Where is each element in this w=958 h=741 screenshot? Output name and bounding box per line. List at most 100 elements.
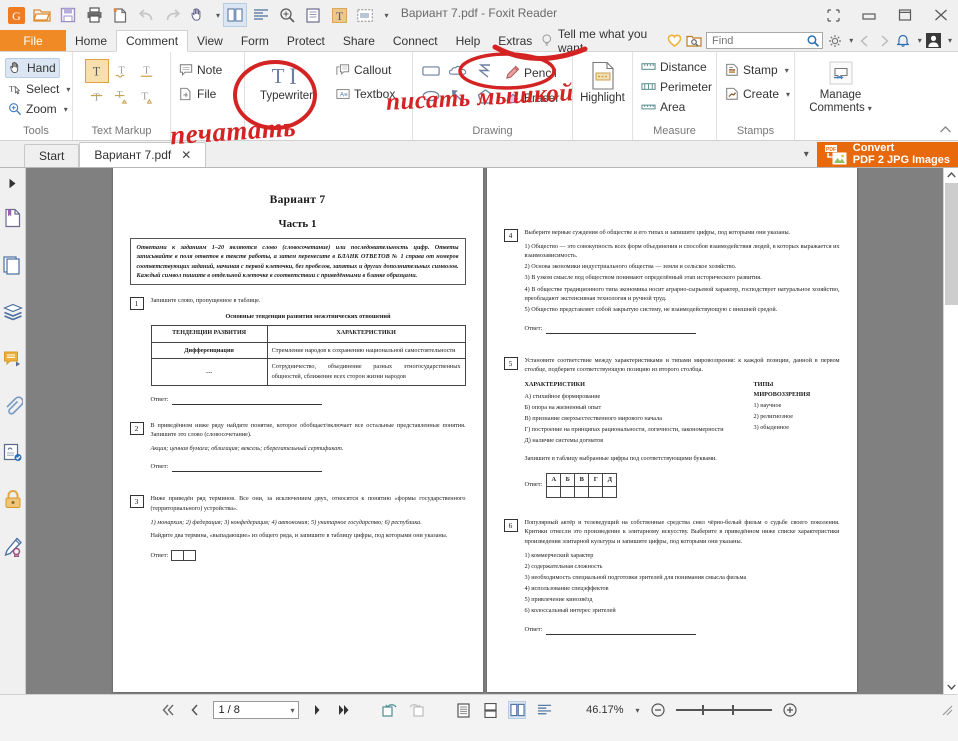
stamp-button[interactable]: Stamp ▾: [722, 61, 792, 79]
task-4-answer-field[interactable]: [546, 326, 697, 334]
page-number-caret-icon[interactable]: ▾: [290, 706, 294, 715]
task-2-answer-field[interactable]: [172, 464, 323, 473]
task-5-answer-grid[interactable]: А Б В Г Д: [546, 472, 618, 498]
cloud-shape-button[interactable]: [445, 59, 471, 83]
bookmarks-icon[interactable]: [0, 194, 26, 241]
attachments-icon[interactable]: [0, 382, 26, 429]
find-next-icon[interactable]: [876, 32, 891, 49]
page-number-box[interactable]: 1 / 8 ▾: [213, 701, 300, 719]
answer-cell[interactable]: [546, 485, 562, 498]
reflow-icon[interactable]: [249, 3, 273, 27]
print-icon[interactable]: [82, 3, 106, 27]
menu-help[interactable]: Help: [447, 30, 490, 51]
vertical-scrollbar[interactable]: [943, 168, 958, 694]
typewriter-icon[interactable]: T: [327, 3, 351, 27]
arrow-shape-button[interactable]: [445, 84, 471, 108]
perimeter-button[interactable]: Perimeter: [638, 78, 715, 96]
page-2[interactable]: 4 Выберите верные суждения об обществе и…: [486, 168, 857, 692]
create-caret-icon[interactable]: ▾: [786, 90, 790, 99]
layers-icon[interactable]: [0, 288, 26, 335]
select-tool-button[interactable]: T Select ▾: [5, 80, 73, 98]
answer-cell[interactable]: [183, 549, 197, 561]
answer-cell[interactable]: [602, 485, 618, 498]
single-page-icon[interactable]: [301, 3, 325, 27]
convert-pdf-to-jpg-button[interactable]: PDF Convert PDF 2 JPG Images: [816, 142, 958, 167]
task-3-answer-cells[interactable]: [171, 549, 197, 561]
continuous-view-icon[interactable]: [481, 701, 499, 719]
zoom-slider-handle[interactable]: [701, 705, 704, 715]
menu-comment[interactable]: Comment: [116, 30, 189, 52]
resize-grip-icon[interactable]: [938, 701, 956, 719]
first-page-icon[interactable]: [159, 701, 177, 719]
note-button[interactable]: Note: [176, 61, 225, 79]
digital-signature-panel-icon[interactable]: [0, 429, 26, 476]
replace-text-button[interactable]: T: [110, 84, 134, 108]
menu-file[interactable]: File: [0, 30, 66, 51]
restore-down-icon[interactable]: [820, 3, 846, 27]
undo-icon[interactable]: [134, 3, 158, 27]
highlight-text-button[interactable]: T: [84, 59, 109, 83]
menu-protect[interactable]: Protect: [278, 30, 334, 51]
find-previous-icon[interactable]: [857, 32, 872, 49]
distance-button[interactable]: Distance: [638, 58, 710, 76]
select-caret-icon[interactable]: ▾: [66, 85, 70, 94]
collapse-ribbon-icon[interactable]: [939, 125, 952, 137]
facing-view-icon[interactable]: [508, 701, 527, 719]
menu-extras[interactable]: Extras: [489, 30, 541, 51]
stamp-caret-icon[interactable]: ▾: [785, 66, 789, 75]
minimize-icon[interactable]: [856, 3, 882, 27]
menu-connect[interactable]: Connect: [384, 30, 447, 51]
account-caret-icon[interactable]: ▾: [948, 36, 952, 45]
menu-view[interactable]: View: [188, 30, 232, 51]
last-page-icon[interactable]: [335, 701, 353, 719]
insert-text-button[interactable]: T: [135, 84, 159, 108]
scroll-down-icon[interactable]: [944, 680, 958, 694]
typewriter-button[interactable]: T I Typewriter: [254, 61, 319, 104]
rotate-left-icon[interactable]: [381, 701, 399, 719]
save-icon[interactable]: [56, 3, 80, 27]
zoom-area-icon[interactable]: [275, 3, 299, 27]
menu-form[interactable]: Form: [232, 30, 278, 51]
polygon-shape-button[interactable]: [472, 84, 498, 108]
find-input[interactable]: [710, 33, 807, 48]
zoom-out-icon[interactable]: [649, 701, 667, 719]
maximize-icon[interactable]: [892, 3, 918, 27]
customize-qat-icon[interactable]: ▾: [379, 3, 391, 27]
tab-variant-7-pdf[interactable]: Вариант 7.pdf ✕: [79, 142, 207, 167]
pdf-viewer[interactable]: Вариант 7 Часть 1 Ответами к заданиям 1–…: [26, 168, 943, 694]
zoom-preset-caret-icon[interactable]: ▾: [635, 706, 639, 715]
hand-tool-button[interactable]: Hand: [5, 58, 60, 78]
qat-hand-caret-icon[interactable]: ▾: [212, 3, 221, 27]
rectangle-shape-button[interactable]: [418, 59, 444, 83]
underline-button[interactable]: T: [135, 59, 159, 83]
close-tab-icon[interactable]: ✕: [181, 148, 191, 162]
task-6-answer-field[interactable]: [546, 627, 697, 635]
manage-comments-button[interactable]: Manage Comments ▾: [803, 58, 878, 117]
notifications-bell-icon[interactable]: [896, 32, 911, 49]
task-1-answer-field[interactable]: [172, 397, 323, 405]
zoom-caret-icon[interactable]: ▾: [64, 105, 68, 114]
page-1[interactable]: Вариант 7 Часть 1 Ответами к заданиям 1–…: [112, 168, 483, 692]
answer-cell[interactable]: [560, 485, 576, 498]
facing-continuous-view-icon[interactable]: [535, 701, 553, 719]
answer-cell[interactable]: [588, 485, 604, 498]
foxit-logo-icon[interactable]: G: [4, 3, 28, 27]
comments-icon[interactable]: [0, 335, 26, 382]
expand-navigation-panel-icon[interactable]: [0, 172, 26, 194]
textbox-button[interactable]: A≡ Textbox: [333, 85, 398, 103]
polyline-shape-button[interactable]: [472, 59, 498, 83]
previous-page-icon[interactable]: [186, 701, 204, 719]
squiggly-button[interactable]: T: [110, 59, 134, 83]
snapshot-icon[interactable]: [353, 3, 377, 27]
new-from-file-icon[interactable]: [108, 3, 132, 27]
open-icon[interactable]: [30, 3, 54, 27]
account-avatar-icon[interactable]: [925, 32, 941, 49]
zoom-slider-track[interactable]: [675, 705, 772, 715]
find-box[interactable]: [706, 32, 824, 49]
menu-home[interactable]: Home: [66, 30, 116, 51]
tell-me-box[interactable]: Tell me what you want: [541, 27, 663, 55]
close-icon[interactable]: [928, 3, 954, 27]
security-icon[interactable]: [0, 476, 26, 523]
find-settings-icon[interactable]: [827, 32, 842, 49]
menu-share[interactable]: Share: [334, 30, 384, 51]
